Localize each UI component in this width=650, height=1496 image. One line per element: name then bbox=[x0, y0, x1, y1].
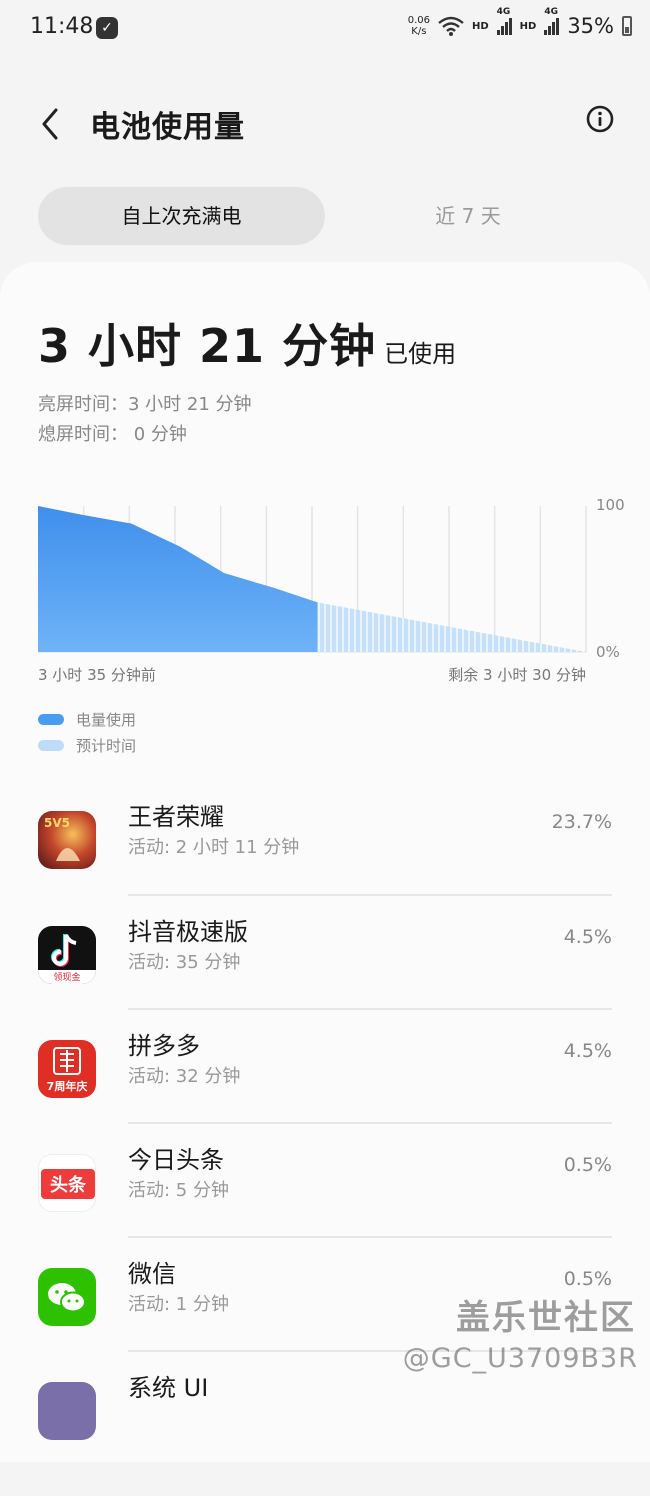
legend-used: 电量使用 bbox=[38, 709, 136, 730]
tab-last-7-days[interactable]: 近 7 天 bbox=[338, 187, 598, 245]
x-axis-start-label: 3 小时 35 分钟前 bbox=[38, 666, 156, 684]
usage-suffix: 已使用 bbox=[384, 340, 457, 368]
y-axis-top-label: 100 bbox=[596, 496, 625, 514]
legend-estimate: 预计时间 bbox=[38, 735, 136, 756]
period-tabs: 自上次充满电 近 7 天 bbox=[38, 187, 612, 245]
x-axis-end-label: 剩余 3 小时 30 分钟 bbox=[448, 666, 586, 684]
app-name: 今日头条 bbox=[128, 1146, 224, 1174]
network-speed: 0.06 K/s bbox=[407, 15, 430, 37]
app-name: 拼多多 bbox=[128, 1032, 200, 1060]
app-name: 微信 bbox=[128, 1260, 176, 1288]
app-percent: 23.7% bbox=[551, 811, 612, 833]
app-name: 抖音极速版 bbox=[128, 918, 248, 946]
divider bbox=[128, 894, 612, 896]
app-activity: 活动: 2 小时 11 分钟 bbox=[128, 837, 300, 858]
app-header: 电池使用量 bbox=[0, 96, 650, 152]
status-bar: 11:48 ✓ 0.06 K/s HD 4G HD 4G 35% bbox=[0, 0, 650, 56]
honor-of-kings-icon: 5V5 bbox=[38, 811, 96, 869]
app-activity: 活动: 1 分钟 bbox=[128, 1294, 229, 1315]
app-activity: 活动: 32 分钟 bbox=[128, 1066, 241, 1087]
pinduoduo-icon-text: 7周年庆 bbox=[47, 1079, 88, 1093]
watermark-title: 盖乐世社区 bbox=[456, 1298, 636, 1338]
app-activity: 活动: 35 分钟 bbox=[128, 952, 241, 973]
back-arrow-icon[interactable] bbox=[36, 104, 64, 144]
app-percent: 4.5% bbox=[563, 1040, 612, 1062]
tab-since-full-charge[interactable]: 自上次充满电 bbox=[38, 187, 325, 245]
svg-text:5V5: 5V5 bbox=[44, 816, 70, 830]
douyin-badge-text: 领现金 bbox=[53, 971, 80, 983]
app-item-system-ui[interactable]: 系统 UI bbox=[0, 1374, 650, 1496]
info-icon[interactable] bbox=[586, 105, 614, 133]
usage-total: 3 小时 21 分钟 已使用 bbox=[38, 310, 456, 376]
screen-on-time: 亮屏时间：3 小时 21 分钟 bbox=[38, 394, 252, 415]
pinduoduo-icon: 7周年庆 bbox=[38, 1040, 96, 1098]
battery-percent: 35% bbox=[567, 14, 614, 38]
app-name: 王者荣耀 bbox=[128, 803, 224, 831]
signal-icon-2: 4G bbox=[544, 7, 560, 35]
status-icons: 0.06 K/s HD 4G HD 4G 35% bbox=[407, 7, 632, 38]
divider bbox=[128, 1236, 612, 1238]
signal-icon: 4G bbox=[496, 7, 512, 35]
screen-off-time: 熄屏时间： 0 分钟 bbox=[38, 424, 187, 445]
toutiao-icon: 头条 bbox=[38, 1154, 96, 1212]
notification-icon: ✓ bbox=[96, 17, 118, 39]
wechat-icon bbox=[38, 1268, 96, 1326]
app-activity: 活动: 5 分钟 bbox=[128, 1180, 229, 1201]
page-title: 电池使用量 bbox=[90, 110, 245, 145]
usage-duration: 3 小时 21 分钟 bbox=[38, 319, 377, 373]
app-percent: 4.5% bbox=[563, 926, 612, 948]
douyin-lite-icon: 领现金 bbox=[38, 926, 96, 984]
series-used-area bbox=[38, 506, 318, 652]
battery-icon bbox=[622, 16, 632, 36]
system-ui-icon bbox=[38, 1382, 96, 1440]
app-item-pinduoduo[interactable]: 7周年庆 拼多多 活动: 32 分钟 4.5% bbox=[0, 1032, 650, 1154]
app-percent: 0.5% bbox=[563, 1268, 612, 1290]
y-axis-bottom-label: 0% bbox=[596, 643, 620, 661]
status-time: 11:48 bbox=[30, 14, 94, 39]
legend-swatch-used bbox=[38, 714, 64, 725]
app-item-toutiao[interactable]: 头条 今日头条 活动: 5 分钟 0.5% bbox=[0, 1146, 650, 1268]
hd-label-2: HD bbox=[519, 20, 537, 32]
app-name: 系统 UI bbox=[128, 1374, 209, 1402]
divider bbox=[128, 1122, 612, 1124]
watermark-handle: @GC_U3709B3R bbox=[402, 1343, 638, 1374]
app-percent: 0.5% bbox=[563, 1154, 612, 1176]
app-item-douyin-lite[interactable]: 领现金 抖音极速版 活动: 35 分钟 4.5% bbox=[0, 918, 650, 1040]
toutiao-icon-text: 头条 bbox=[50, 1174, 87, 1196]
wifi-icon bbox=[438, 16, 464, 36]
divider bbox=[128, 1008, 612, 1010]
app-item-honor-of-kings[interactable]: 5V5 王者荣耀 活动: 2 小时 11 分钟 23.7% bbox=[0, 803, 650, 925]
legend-swatch-estimate bbox=[38, 740, 64, 751]
hd-label: HD bbox=[471, 20, 489, 32]
